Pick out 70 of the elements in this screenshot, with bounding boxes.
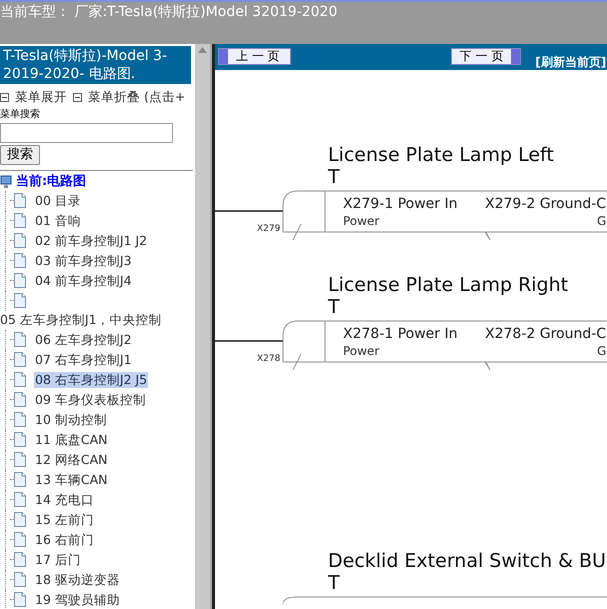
pin-signal: G <box>597 343 606 359</box>
page-icon <box>14 193 26 208</box>
connector-label: X279 <box>257 223 280 236</box>
tree-group[interactable]: 05 左车身控制J1，中央控制 <box>0 310 162 330</box>
page-icon <box>14 412 26 427</box>
pin-name: X278-1 Power In <box>343 325 458 343</box>
collapse-icon[interactable] <box>73 92 82 102</box>
pin-name: X279-2 Ground-C <box>485 195 606 213</box>
prev-page-button[interactable]: 上 一 页 <box>218 48 291 65</box>
search-button[interactable]: 搜索 <box>0 144 40 165</box>
computer-icon <box>0 174 12 189</box>
tree-item[interactable]: 19 驾驶员辅助 <box>34 592 121 608</box>
tree-item[interactable]: 01 音响 <box>34 212 82 229</box>
page-icon <box>14 432 26 447</box>
tree-item[interactable]: 13 车辆CAN <box>34 472 109 488</box>
page-icon <box>14 492 26 507</box>
page-icon <box>14 532 26 547</box>
page-icon <box>14 213 26 228</box>
page-icon <box>14 572 26 587</box>
connector-label: X278 <box>257 353 280 366</box>
search-field[interactable] <box>0 122 173 143</box>
tree-item[interactable]: 10 制动控制 <box>34 412 108 428</box>
tree-item[interactable]: 16 右前门 <box>34 532 95 548</box>
page-icon <box>14 233 26 248</box>
sidebar-scrollbar[interactable] <box>195 44 210 609</box>
page-icon <box>14 512 26 527</box>
diagram-subtitle: T <box>328 167 341 188</box>
tree-item[interactable]: 02 前车身控制J1 J2 <box>34 232 148 249</box>
tree-item[interactable]: 15 左前门 <box>34 512 95 528</box>
pin-signal: G <box>597 213 606 229</box>
tree-item[interactable]: 09 车身仪表板控制 <box>34 392 147 408</box>
tree-item[interactable]: 17 后门 <box>34 552 82 568</box>
diagram-title: Decklid External Switch & BU <box>328 550 607 573</box>
pin-name: X279-1 Power In <box>343 195 458 213</box>
diagram-title: License Plate Lamp Left <box>328 144 555 167</box>
tree-item[interactable]: 07 右车身控制J1 <box>34 352 133 368</box>
next-page-button[interactable]: 下 一 页 <box>450 48 522 65</box>
expand-menu-link[interactable]: 菜单展开 <box>15 88 67 107</box>
tree-item[interactable]: 00 目录 <box>34 192 82 209</box>
collapse-menu-link[interactable]: 菜单折叠 (点击+ <box>88 88 186 107</box>
tree-item[interactable]: 18 驱动逆变器 <box>34 572 121 588</box>
pin-signal: Power <box>343 343 380 359</box>
scroll-up-icon[interactable] <box>198 47 207 53</box>
page-icon <box>14 253 26 268</box>
tree-item[interactable]: 04 前车身控制J4 <box>34 272 133 289</box>
tree-item[interactable]: 12 网络CAN <box>34 452 109 468</box>
pin-signal: Power <box>343 213 380 229</box>
diagram-subtitle: T <box>328 297 341 318</box>
page-icon <box>14 552 26 567</box>
page-icon <box>14 472 26 487</box>
page-icon <box>14 392 26 407</box>
pin-name: X278-2 Ground-C <box>485 325 606 343</box>
page-icon <box>14 352 26 367</box>
tree-root[interactable]: 当前:电路图 <box>16 172 86 192</box>
tree-item[interactable]: 11 底盘CAN <box>34 432 109 448</box>
refresh-link[interactable]: [刷新当前页] <box>535 53 606 71</box>
page-icon <box>14 452 26 467</box>
tree-item[interactable]: 03 前车身控制J3 <box>34 252 133 269</box>
page-icon <box>14 372 26 387</box>
page-icon <box>14 332 26 347</box>
search-label: 菜单搜索 <box>0 108 41 121</box>
diagram-title: License Plate Lamp Right <box>328 274 570 297</box>
page-icon <box>14 273 26 288</box>
tree-item[interactable]: 06 左车身控制J2 <box>34 332 133 348</box>
vehicle-title: 当前车型： 厂家:T-Tesla(特斯拉)Model 32019-2020 <box>0 3 338 22</box>
page-icon <box>14 293 26 308</box>
collapse-icon[interactable] <box>0 92 9 102</box>
tree-item[interactable]: 08 右车身控制J2 J5 <box>34 372 148 388</box>
diagram-subtitle: T <box>328 573 341 594</box>
sidebar-header: T-Tesla(特斯拉)-Model 3-2019-2020- 电路图. <box>0 46 191 84</box>
